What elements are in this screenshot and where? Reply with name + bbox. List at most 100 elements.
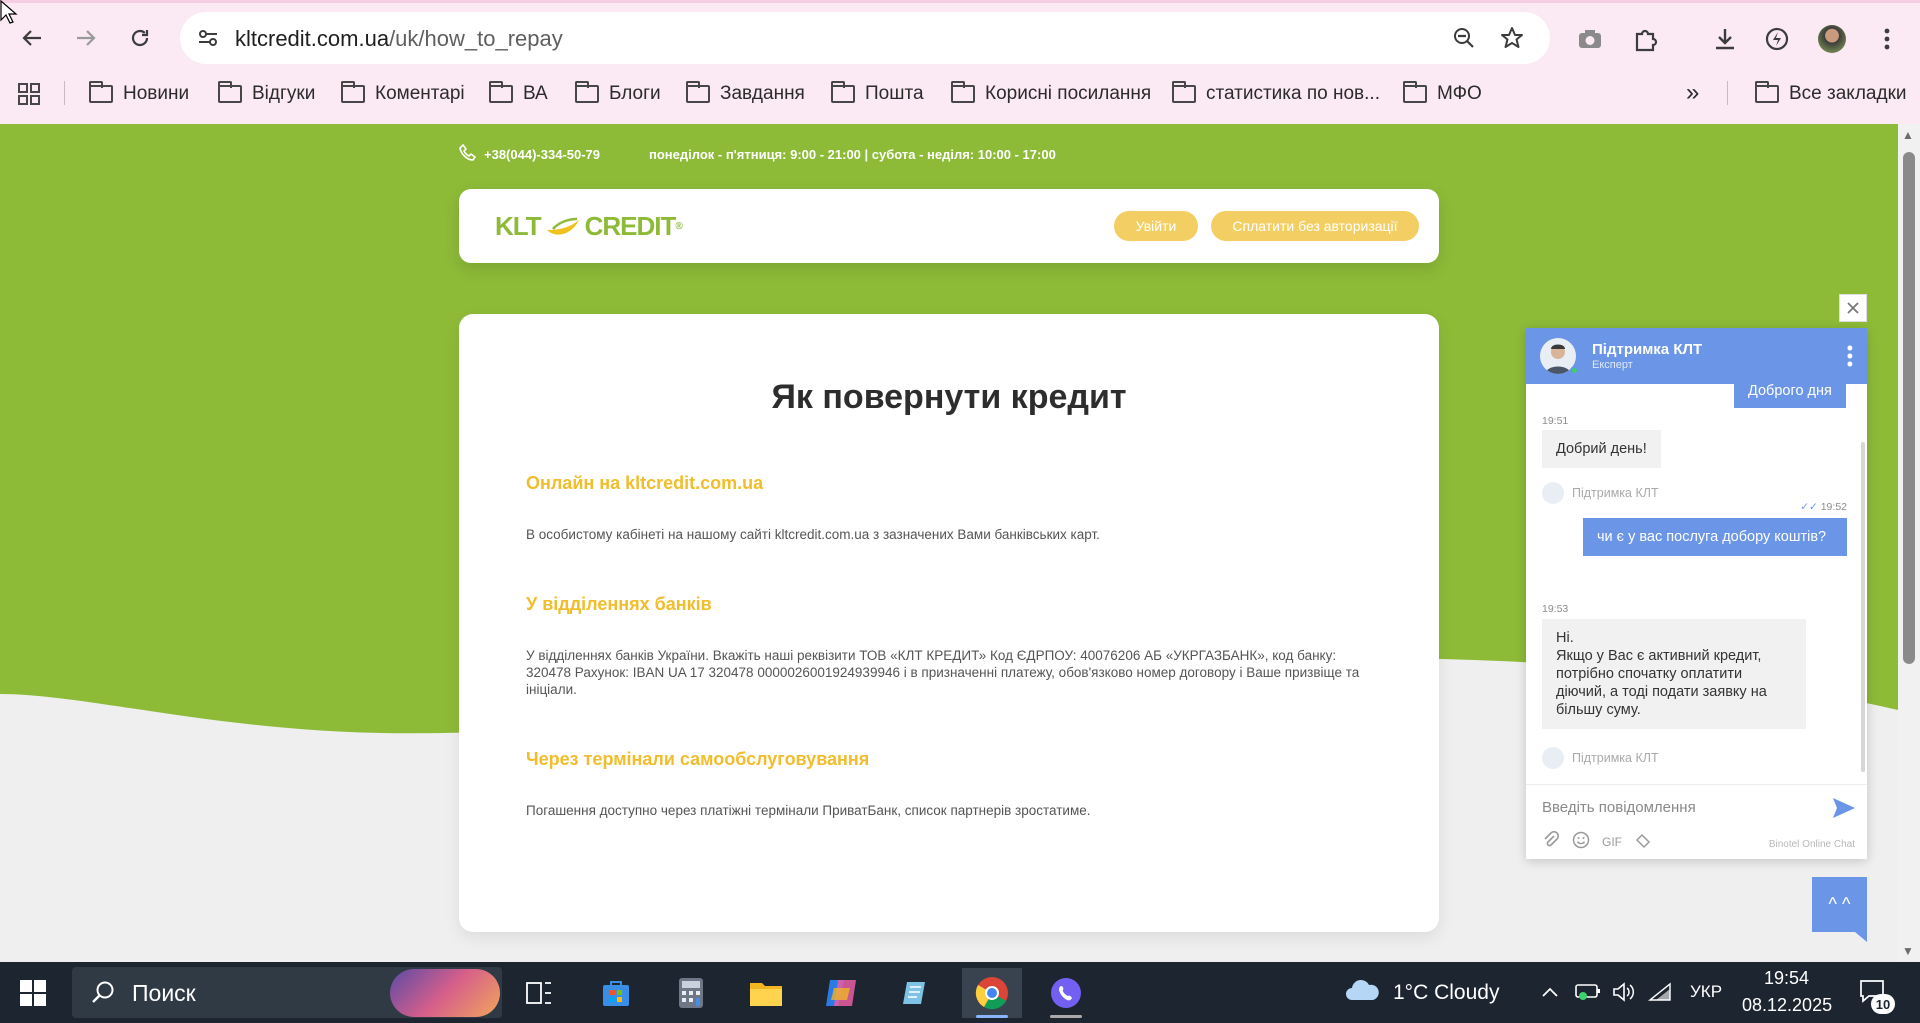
scroll-thumb[interactable] — [1903, 152, 1915, 664]
working-hours: понеділок - п'ятниця: 9:00 - 21:00 | суб… — [649, 147, 1056, 162]
pay-without-auth-button[interactable]: Сплатити без авторизації — [1211, 211, 1419, 241]
bookmark-folder[interactable]: Коментарі — [341, 80, 465, 108]
bookmark-separator — [1727, 81, 1728, 105]
chat-agent-name: Підтримка КЛТ — [1592, 341, 1703, 358]
chat-message-out-partial: Доброго дня — [1734, 384, 1846, 408]
powered-by-label[interactable]: Binotel Online Chat — [1769, 839, 1855, 850]
bookmark-label: Коментарі — [375, 83, 465, 104]
weather-text[interactable]: 1°C Cloudy — [1393, 981, 1499, 1005]
agent-mini-avatar — [1542, 482, 1564, 504]
gif-button[interactable]: GIF — [1602, 835, 1622, 849]
notepad-icon[interactable] — [886, 968, 946, 1018]
task-view-icon[interactable] — [509, 968, 569, 1018]
microsoft-store-icon[interactable] — [586, 968, 646, 1018]
volume-icon[interactable] — [1612, 982, 1636, 1007]
logo-text-left: KLT — [495, 210, 542, 241]
download-icon[interactable] — [1708, 22, 1742, 56]
address-bar[interactable]: kltcredit.com.ua/uk/how_to_repay — [180, 12, 1550, 64]
folder-icon — [686, 81, 710, 103]
more-menu-icon[interactable] — [1870, 22, 1904, 56]
active-indicator — [976, 1015, 1008, 1018]
sticker-icon[interactable] — [1634, 831, 1652, 852]
chat-message-out: чи є у вас послуга добору коштів? — [1583, 518, 1847, 556]
site-info-icon[interactable] — [194, 24, 222, 52]
reload-button[interactable] — [124, 22, 156, 54]
section-heading-banks: У відділеннях банків — [526, 594, 712, 614]
camera-icon[interactable] — [1573, 22, 1607, 56]
chrome-taskbar-icon[interactable] — [962, 968, 1022, 1018]
bookmark-folder[interactable]: статистика по нов... — [1172, 80, 1380, 108]
chevron-double-right-icon: » — [1686, 79, 1700, 106]
section-text-online: В особистому кабінеті на нашому сайті kl… — [526, 527, 1100, 542]
folder-icon — [831, 81, 855, 103]
chat-message-in: Ні. Якщо у Вас є активний кредит, потріб… — [1542, 619, 1806, 729]
search-highlight-image — [390, 969, 500, 1017]
chat-messages[interactable]: Доброго дня 19:51 Добрий день! Підтримка… — [1526, 384, 1867, 784]
copilot-icon[interactable] — [811, 968, 871, 1018]
close-icon — [1847, 302, 1859, 314]
file-explorer-icon[interactable] — [736, 968, 796, 1018]
bookmark-folder[interactable]: ВА — [489, 80, 548, 108]
chat-toggle-button[interactable]: ^ ^ — [1812, 877, 1867, 942]
cloudy-weather-icon[interactable] — [1344, 976, 1382, 1009]
all-bookmarks-label: Все закладки — [1789, 83, 1907, 104]
more-bookmarks-button[interactable]: » — [1686, 79, 1699, 107]
bookmark-folder[interactable]: Блоги — [575, 80, 661, 108]
clock-date[interactable]: 08.12.2025 — [1742, 995, 1832, 1016]
bookmark-star-icon[interactable] — [1498, 24, 1526, 52]
agent-tag-label: Підтримка КЛТ — [1572, 486, 1659, 500]
registered-mark-icon: ® — [675, 220, 682, 232]
back-button[interactable] — [16, 22, 48, 54]
chevron-up-icon[interactable] — [1541, 982, 1559, 1003]
emoji-icon[interactable] — [1572, 831, 1590, 852]
message-time: 19:53 — [1542, 603, 1569, 615]
chat-message-input[interactable]: Введіть повідомлення — [1542, 799, 1696, 816]
running-indicator — [1050, 1015, 1082, 1018]
send-icon[interactable] — [1831, 795, 1857, 821]
login-button[interactable]: Увійти — [1114, 211, 1198, 241]
apps-grid-icon[interactable] — [17, 80, 41, 108]
bookmark-label: Пошта — [865, 83, 924, 104]
clock-time[interactable]: 19:54 — [1764, 968, 1809, 989]
url-text[interactable]: kltcredit.com.ua/uk/how_to_repay — [235, 26, 563, 52]
scroll-up-icon[interactable]: ▲ — [1902, 128, 1914, 142]
chat-scrollbar[interactable] — [1861, 442, 1865, 772]
language-indicator[interactable]: УКР — [1690, 982, 1722, 1002]
viber-icon[interactable] — [1036, 968, 1096, 1018]
taskbar-search[interactable]: Поиск — [72, 967, 502, 1018]
mouse-cursor-icon — [0, 0, 18, 24]
chat-close-button[interactable] — [1839, 294, 1867, 322]
bookmark-folder[interactable]: Відгуки — [218, 80, 315, 108]
all-bookmarks-folder[interactable]: Все закладки — [1755, 80, 1907, 108]
battery-icon[interactable] — [1575, 982, 1601, 1005]
phone-icon — [459, 143, 477, 165]
extensions-icon[interactable] — [1629, 22, 1663, 56]
klt-credit-logo[interactable]: KLT CREDIT ® — [495, 209, 683, 243]
tab-strip-edge — [0, 0, 1920, 3]
search-placeholder: Поиск — [132, 980, 196, 1006]
folder-icon — [489, 81, 513, 103]
bookmark-label: Новини — [123, 83, 190, 104]
section-heading-online: Онлайн на kltcredit.com.ua — [526, 473, 764, 493]
forward-button[interactable] — [70, 22, 102, 54]
bookmark-folder[interactable]: Пошта — [831, 80, 924, 108]
wifi-icon[interactable] — [1648, 982, 1672, 1007]
calculator-icon[interactable] — [661, 968, 721, 1018]
bookmark-folder[interactable]: Новини — [89, 80, 189, 108]
windows-start-icon[interactable] — [20, 980, 46, 1006]
folder-icon — [1403, 81, 1427, 103]
double-check-icon: ✓✓ — [1800, 501, 1818, 513]
chat-bubble-icon: ^ ^ — [1828, 894, 1851, 914]
attachment-icon[interactable] — [1542, 830, 1560, 852]
phone-number[interactable]: +38(044)-334-50-79 — [484, 147, 600, 162]
zoom-icon[interactable] — [1450, 24, 1478, 52]
chat-menu-icon[interactable]: • • • — [1847, 339, 1853, 373]
page-scrollbar[interactable]: ▲ ▼ — [1898, 124, 1920, 962]
bookmark-folder[interactable]: Корисні посилання — [951, 80, 1151, 108]
bookmark-folder[interactable]: Завдання — [686, 80, 805, 108]
profile-avatar[interactable] — [1815, 22, 1849, 56]
logo-text-right: CREDIT — [584, 210, 677, 241]
bookmark-folder[interactable]: МФО — [1403, 80, 1482, 108]
performance-icon[interactable] — [1760, 22, 1794, 56]
scroll-down-icon[interactable]: ▼ — [1902, 944, 1914, 958]
